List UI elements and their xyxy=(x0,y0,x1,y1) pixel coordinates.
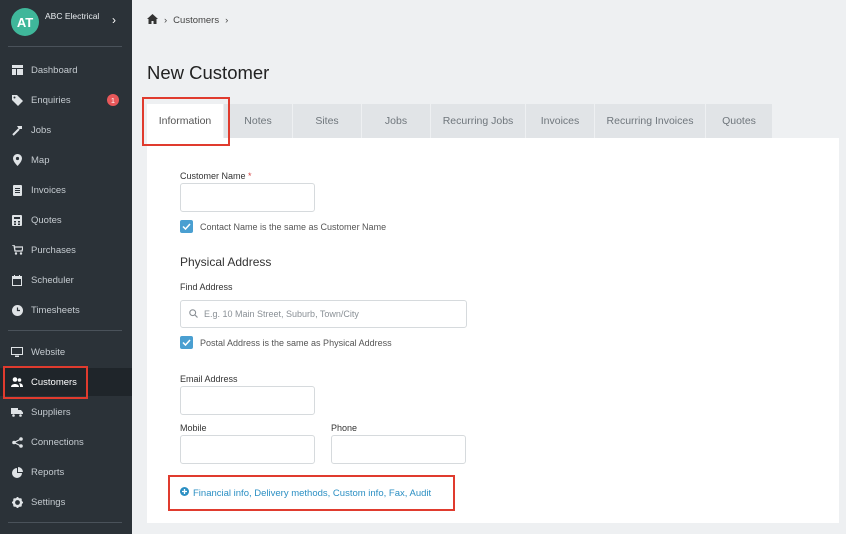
page-title: New Customer xyxy=(147,62,270,83)
sidebar-item-timesheets[interactable]: Timesheets xyxy=(0,296,132,324)
physical-address-title: Physical Address xyxy=(180,255,272,269)
breadcrumb-separator: › xyxy=(164,15,168,26)
sidebar-item-label: Suppliers xyxy=(31,406,71,418)
required-mark: * xyxy=(248,171,252,181)
plus-circle-icon xyxy=(180,487,189,499)
sidebar-item-label: Map xyxy=(31,154,50,166)
calendar-icon xyxy=(11,274,23,286)
find-address-label: Find Address xyxy=(180,282,233,292)
sidebar-item-label: Jobs xyxy=(31,124,52,136)
sidebar-item-suppliers[interactable]: Suppliers xyxy=(0,398,132,426)
more-info-link-text: Financial info, Delivery methods, Custom… xyxy=(193,487,432,499)
find-address-input[interactable]: E.g. 10 Main Street, Suburb, Town/City xyxy=(180,300,467,328)
org-name: ABC Electrical xyxy=(45,11,100,21)
invoice-icon xyxy=(11,184,23,196)
breadcrumb-separator: › xyxy=(225,15,229,26)
tag-icon xyxy=(11,94,23,106)
customer-name-label-text: Customer Name xyxy=(180,171,246,181)
contact-same-checkbox[interactable] xyxy=(180,220,193,233)
sidebar-item-label: Customers xyxy=(31,376,77,388)
sidebar-item-label: Quotes xyxy=(31,214,62,226)
tab-bar: Information Notes Sites Jobs Recurring J… xyxy=(147,104,773,138)
more-info-link[interactable]: Financial info, Delivery methods, Custom… xyxy=(180,487,431,499)
breadcrumb: › Customers › xyxy=(147,14,228,27)
email-label: Email Address xyxy=(180,374,238,384)
breadcrumb-customers[interactable]: Customers xyxy=(173,15,219,26)
postal-same-row: Postal Address is the same as Physical A… xyxy=(180,336,392,349)
gear-icon xyxy=(11,496,23,508)
sidebar: AT ABC Electrical › Dashboard Enquiries … xyxy=(0,0,132,534)
email-input[interactable] xyxy=(180,386,315,415)
sidebar-item-dashboard[interactable]: Dashboard xyxy=(0,56,132,84)
postal-same-checkbox[interactable] xyxy=(180,336,193,349)
sidebar-divider xyxy=(8,46,122,47)
sidebar-item-label: Scheduler xyxy=(31,274,74,286)
tab-quotes[interactable]: Quotes xyxy=(706,104,772,138)
postal-same-label: Postal Address is the same as Physical A… xyxy=(200,337,392,348)
sidebar-item-label: Enquiries xyxy=(31,94,71,106)
chevron-right-icon: › xyxy=(112,13,116,27)
users-icon xyxy=(11,376,23,388)
customer-name-input[interactable] xyxy=(180,183,315,212)
contact-same-label: Contact Name is the same as Customer Nam… xyxy=(200,221,387,232)
contact-same-row: Contact Name is the same as Customer Nam… xyxy=(180,220,386,233)
sidebar-item-customers[interactable]: Customers xyxy=(0,368,132,396)
share-icon xyxy=(11,436,23,448)
clock-icon xyxy=(11,304,23,316)
monitor-icon xyxy=(11,346,23,358)
sidebar-item-label: Invoices xyxy=(31,184,66,196)
sidebar-item-label: Connections xyxy=(31,436,84,448)
dashboard-icon xyxy=(11,64,23,76)
sidebar-item-reports[interactable]: Reports xyxy=(0,458,132,486)
tab-invoices[interactable]: Invoices xyxy=(526,104,594,138)
find-address-placeholder: E.g. 10 Main Street, Suburb, Town/City xyxy=(204,309,359,319)
sidebar-item-enquiries[interactable]: Enquiries 1 xyxy=(0,86,132,114)
map-marker-icon xyxy=(11,154,23,166)
tab-notes[interactable]: Notes xyxy=(224,104,292,138)
sidebar-item-settings[interactable]: Settings xyxy=(0,488,132,516)
sidebar-item-purchases[interactable]: Purchases xyxy=(0,236,132,264)
sidebar-item-label: Settings xyxy=(31,496,66,508)
tab-recurring-jobs[interactable]: Recurring Jobs xyxy=(431,104,525,138)
sidebar-item-quotes[interactable]: Quotes xyxy=(0,206,132,234)
tab-jobs[interactable]: Jobs xyxy=(362,104,430,138)
sidebar-item-map[interactable]: Map xyxy=(0,146,132,174)
hammer-icon xyxy=(11,124,23,136)
sidebar-item-scheduler[interactable]: Scheduler xyxy=(0,266,132,294)
tab-recurring-invoices[interactable]: Recurring Invoices xyxy=(595,104,705,138)
mobile-input[interactable] xyxy=(180,435,315,464)
notification-badge: 1 xyxy=(107,94,119,106)
sidebar-item-label: Website xyxy=(31,346,66,358)
cart-icon xyxy=(11,244,23,256)
org-avatar: AT xyxy=(11,8,39,36)
sidebar-item-connections[interactable]: Connections xyxy=(0,428,132,456)
truck-icon xyxy=(11,406,23,418)
home-icon[interactable] xyxy=(147,14,158,27)
phone-label: Phone xyxy=(331,423,358,433)
tab-information[interactable]: Information xyxy=(147,104,223,138)
phone-input[interactable] xyxy=(331,435,466,464)
sidebar-item-label: Dashboard xyxy=(31,64,78,76)
sidebar-item-jobs[interactable]: Jobs xyxy=(0,116,132,144)
calculator-icon xyxy=(11,214,23,226)
mobile-label: Mobile xyxy=(180,423,207,433)
sidebar-item-website[interactable]: Website xyxy=(0,338,132,366)
sidebar-divider xyxy=(8,330,122,331)
customer-name-label: Customer Name * xyxy=(180,171,252,181)
sidebar-item-label: Purchases xyxy=(31,244,76,256)
sidebar-item-invoices[interactable]: Invoices xyxy=(0,176,132,204)
tab-sites[interactable]: Sites xyxy=(293,104,361,138)
sidebar-divider xyxy=(8,522,122,523)
sidebar-item-label: Reports xyxy=(31,466,65,478)
pie-chart-icon xyxy=(11,466,23,478)
search-icon xyxy=(189,308,198,320)
org-switcher[interactable]: AT ABC Electrical › xyxy=(0,0,132,46)
sidebar-item-label: Timesheets xyxy=(31,304,80,316)
